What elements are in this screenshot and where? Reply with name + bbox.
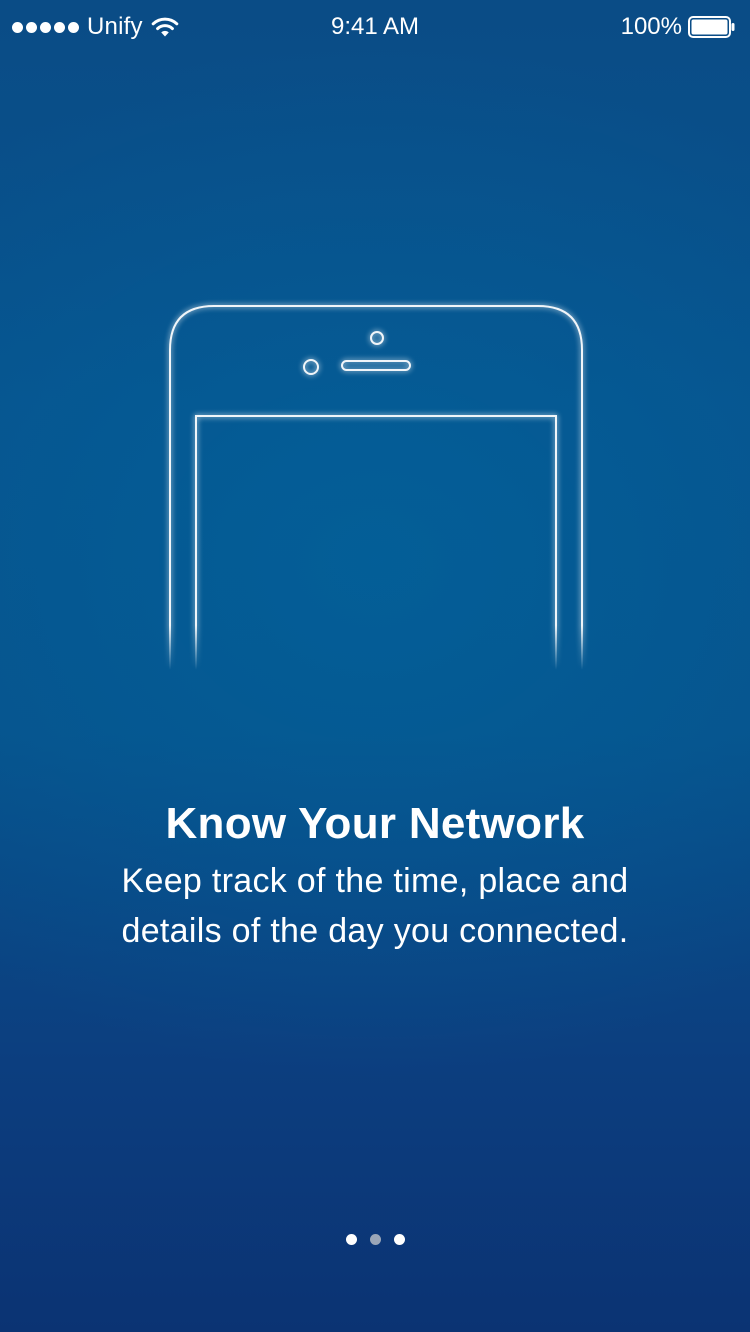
status-bar: Unify 9:41 AM 100%: [0, 0, 750, 54]
page-dot[interactable]: [345, 1234, 357, 1245]
battery-fill: [691, 19, 728, 35]
phone-speaker-outline: [341, 360, 411, 371]
battery-icon: [688, 16, 735, 38]
phone-camera-outline: [370, 331, 384, 345]
page-dot-active[interactable]: [369, 1234, 381, 1245]
phone-sensor-outline: [303, 359, 319, 375]
page-dot[interactable]: [393, 1234, 405, 1245]
page-indicator[interactable]: [0, 1234, 750, 1245]
status-right: 100%: [621, 12, 736, 42]
onboarding-headline: Know Your Network: [165, 799, 585, 848]
phone-outline-icon: [169, 305, 583, 670]
onboarding-description: Keep track of the time, place and detail…: [121, 862, 629, 950]
phone-screen-outline: [195, 415, 557, 670]
battery-percent: 100%: [620, 13, 682, 40]
